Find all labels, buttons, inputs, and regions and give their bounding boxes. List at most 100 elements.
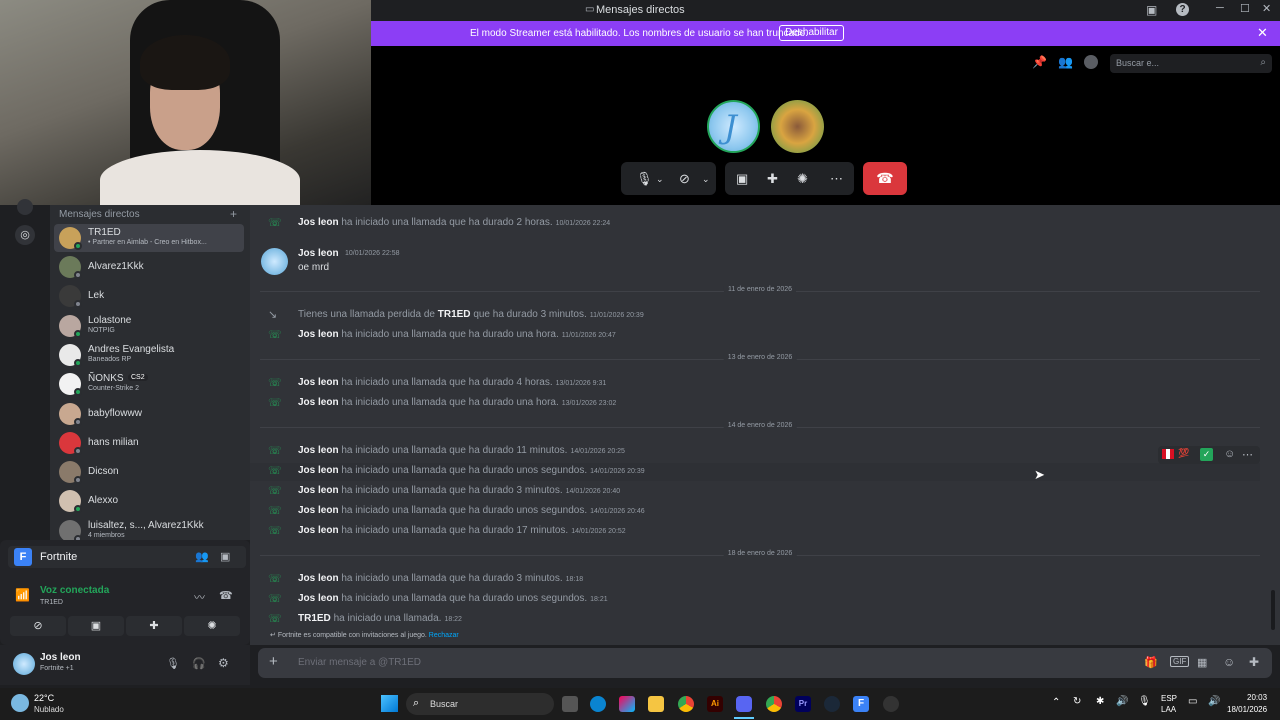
hang-up-button[interactable]: ☎ [863, 162, 907, 195]
dm-item[interactable]: TR1ED • Partner en Aimlab - Creo en Hitbo… [54, 224, 244, 252]
participant-avatar-jos[interactable]: J [707, 100, 760, 153]
dm-item[interactable]: Alvarez1Kkk [54, 253, 244, 281]
call-author[interactable]: TR1ED [298, 613, 331, 624]
chrome-icon[interactable] [678, 696, 694, 712]
chrome-profile-icon[interactable] [766, 696, 782, 712]
call-entry[interactable]: ☏ Jos leon ha iniciado una llamada que ha… [250, 463, 1260, 481]
call-author[interactable]: Jos leon [298, 217, 339, 228]
call-author[interactable]: Jos leon [298, 397, 339, 408]
disconnect-icon[interactable]: ☎ [219, 589, 233, 602]
gif-icon[interactable]: GIF [1170, 656, 1190, 667]
minimize-button[interactable]: ─ [1216, 2, 1224, 14]
dm-item[interactable]: Lolastone NOTPIG [54, 312, 244, 340]
disable-streamer-button[interactable]: Deshabilitar [779, 25, 844, 41]
message-author[interactable]: Jos leon [298, 248, 339, 259]
activities-button[interactable]: ✚ [126, 616, 182, 636]
call-author[interactable]: Jos leon [298, 525, 339, 536]
message-input[interactable]: Enviar mensaje a @TR1ED [298, 657, 421, 668]
dm-item[interactable]: ÑONKS CS2 Counter-Strike 2 [54, 370, 244, 398]
call-author[interactable]: Jos leon [298, 485, 339, 496]
attach-plus-icon[interactable]: + [269, 653, 278, 670]
user-name[interactable]: Jos leon [40, 652, 81, 663]
user-profile-icon[interactable] [1084, 55, 1098, 69]
bluetooth-icon[interactable]: ✱ [1096, 696, 1104, 707]
avatar[interactable] [261, 248, 288, 275]
windows-start-icon[interactable] [381, 695, 398, 712]
add-dm-icon[interactable]: + [230, 207, 237, 221]
microphone-icon[interactable]: 🎙 [636, 171, 653, 187]
inbox-icon[interactable]: ▣ [1146, 3, 1157, 17]
call-author[interactable]: TR1ED [438, 309, 471, 320]
check-reaction-icon[interactable]: ✓ [1200, 448, 1213, 461]
close-banner-icon[interactable]: ✕ [1257, 25, 1268, 41]
camera-off-icon[interactable]: ⊘ [679, 171, 690, 187]
scrollbar-thumb[interactable] [1271, 590, 1275, 630]
call-entry[interactable]: ☏ Jos leon ha iniciado una llamada que ha… [250, 483, 1260, 501]
call-author[interactable]: Jos leon [298, 329, 339, 340]
call-author[interactable]: Jos leon [298, 377, 339, 388]
copilot-icon[interactable] [619, 696, 635, 712]
settings-gear-icon[interactable]: ⚙ [218, 656, 229, 670]
call-entry[interactable]: ☏ Jos leon ha iniciado una llamada que ha… [250, 523, 1260, 541]
help-icon[interactable]: ? [1176, 3, 1189, 16]
fortnite-taskbar-icon[interactable]: F [853, 696, 869, 712]
decline-invite-link[interactable]: Rechazar [429, 632, 459, 639]
pin-icon[interactable]: 📌 [1032, 55, 1047, 69]
chat-message[interactable]: Jos leon 10/01/2026 22:58 oe mrd [250, 248, 1260, 278]
call-entry[interactable]: ☏ Jos leon ha iniciado una llamada que ha… [250, 327, 1260, 345]
camera-toggle-button[interactable]: ⊘ [10, 616, 66, 636]
headphones-icon[interactable]: 🎧 [192, 657, 206, 670]
speaker-icon[interactable]: 🔊 [1208, 696, 1220, 707]
add-reaction-icon[interactable]: ☺ [1224, 448, 1235, 460]
more-options-icon[interactable]: ⋯ [1242, 448, 1253, 461]
discord-icon[interactable] [736, 696, 752, 712]
user-avatar[interactable] [13, 653, 35, 675]
dm-item[interactable]: luisaltez, s..., Alvarez1Kkk 4 miembros [54, 517, 244, 540]
dm-item[interactable]: Dicson [54, 458, 244, 486]
peru-flag-reaction[interactable] [1162, 449, 1174, 459]
chevron-down-icon[interactable]: ⌄ [702, 174, 710, 185]
call-entry[interactable]: ☏ Jos leon ha iniciado una llamada que ha… [250, 395, 1260, 413]
close-window-button[interactable]: ✕ [1262, 2, 1271, 15]
participant-avatar-tr1ed[interactable] [771, 100, 824, 153]
voice-status[interactable]: Voz conectada [40, 585, 109, 596]
call-author[interactable]: Jos leon [298, 445, 339, 456]
dm-item[interactable]: hans milian [54, 429, 244, 457]
soundboard-icon[interactable]: ✺ [797, 171, 808, 187]
apps-icon[interactable]: ✚ [1249, 655, 1259, 669]
steam-icon[interactable] [824, 696, 840, 712]
illustrator-icon[interactable]: Ai [707, 696, 723, 712]
clock-time[interactable]: 20:03 [1247, 693, 1267, 702]
edge-icon[interactable] [590, 696, 606, 712]
emoji-icon[interactable]: ☺ [1223, 655, 1235, 669]
sticker-icon[interactable]: ▦ [1197, 656, 1207, 669]
dm-item[interactable]: babyflowww [54, 400, 244, 428]
dm-item[interactable]: Andres Evangelista Baneados RP [54, 341, 244, 369]
call-author[interactable]: Jos leon [298, 573, 339, 584]
call-entry[interactable]: ☏ Jos leon ha iniciado una llamada que ha… [250, 571, 1260, 589]
gift-icon[interactable]: 🎁 [1144, 656, 1158, 669]
file-explorer-icon[interactable] [648, 696, 664, 712]
chevron-down-icon[interactable]: ⌄ [656, 174, 664, 185]
more-options-icon[interactable]: ⋯ [830, 171, 843, 187]
call-entry[interactable]: ☏ Jos leon ha iniciado una llamada que ha… [250, 591, 1260, 609]
hundred-reaction-icon[interactable]: 💯 [1178, 448, 1189, 459]
network-icon[interactable]: ▭ [1188, 696, 1197, 707]
screen-share-icon[interactable]: ▣ [736, 171, 748, 187]
call-author[interactable]: Jos leon [298, 505, 339, 516]
call-entry[interactable]: ☏ TR1ED ha iniciado una llamada. 18:22 [250, 611, 1260, 629]
soundboard-button[interactable]: ✺ [184, 616, 240, 636]
add-friend-icon[interactable]: 👥 [1058, 55, 1073, 69]
maximize-button[interactable]: ☐ [1240, 2, 1250, 15]
noise-suppression-icon[interactable]: 〰 [194, 589, 205, 605]
search-input[interactable]: Buscar e... ⌕ [1110, 54, 1272, 73]
volume-tray-icon[interactable]: 🔊 [1116, 696, 1128, 707]
invite-icon[interactable]: 👥 [195, 550, 209, 563]
discover-icon[interactable]: ◎ [15, 225, 35, 245]
call-entry[interactable]: ☏ Jos leon ha iniciado una llamada que ha… [250, 503, 1260, 521]
call-entry[interactable]: ☏ Jos leon ha iniciado una llamada que ha… [250, 443, 1260, 461]
weather-icon[interactable] [11, 694, 29, 712]
call-author[interactable]: Jos leon [298, 593, 339, 604]
dm-item[interactable]: Lek [54, 282, 244, 310]
task-view-icon[interactable] [562, 696, 578, 712]
